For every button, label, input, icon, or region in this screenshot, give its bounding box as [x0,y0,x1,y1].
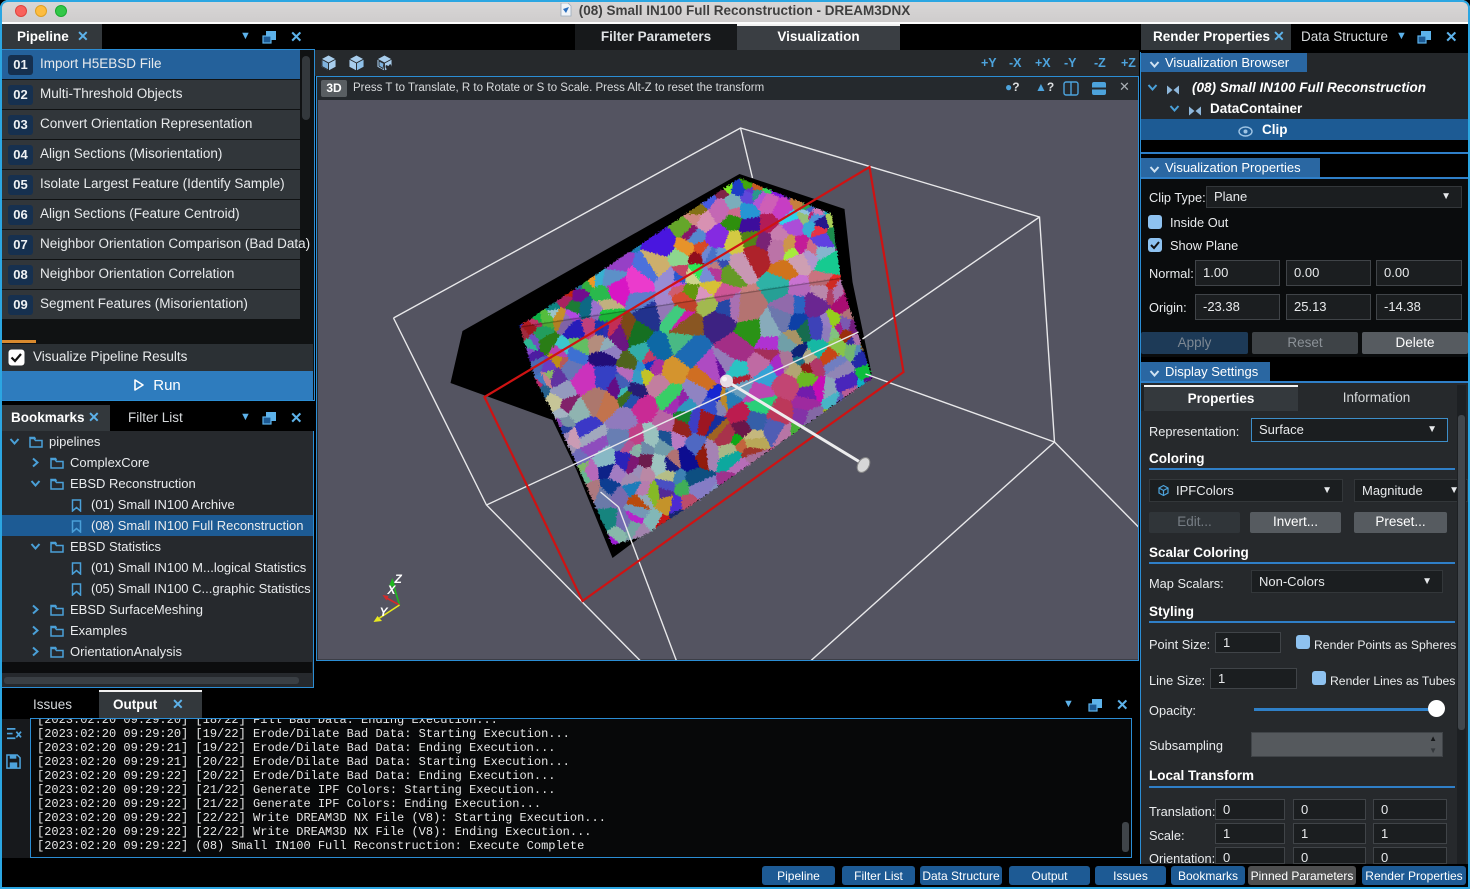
svg-text:X: X [386,583,396,597]
svg-text:Y: Y [379,605,388,619]
